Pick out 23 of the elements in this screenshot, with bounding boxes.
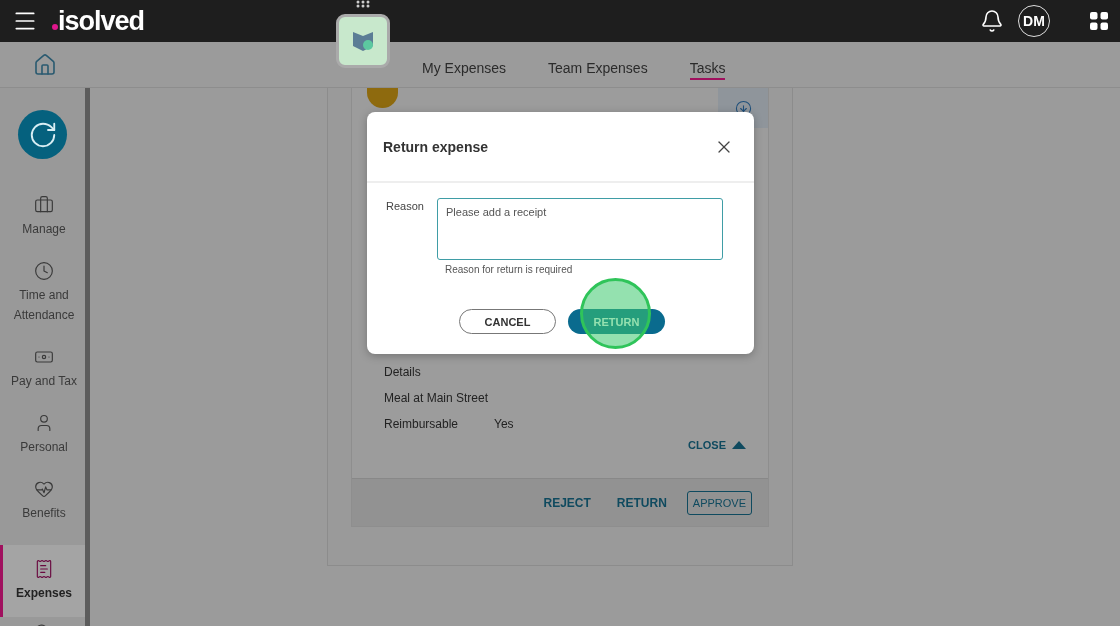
tab[interactable]: Tasks: [689, 59, 726, 80]
approve-button[interactable]: APPROVE: [686, 490, 752, 515]
sidebar-item[interactable]: Expenses: [0, 545, 85, 617]
return-button[interactable]: RETURN: [568, 309, 665, 334]
helper-text: Reason for return is required: [444, 264, 574, 275]
isolved-logo: isolved: [52, 5, 145, 37]
dialog-title: Return expense: [383, 138, 489, 155]
action-button[interactable]: REJECT: [537, 494, 597, 511]
detail-value: Yes: [494, 416, 514, 432]
sidebar-item[interactable]: Time and Attendance: [0, 261, 85, 325]
tab[interactable]: Team Expenses: [548, 59, 648, 80]
sidebar-item[interactable]: Personal: [0, 413, 85, 457]
sidebar-item[interactable]: Manage: [0, 195, 85, 239]
detail-label: Details: [384, 364, 422, 380]
reason-input-field[interactable]: Please add a receipt: [437, 198, 723, 260]
cancel-button[interactable]: CANCEL: [459, 309, 556, 334]
sidebar-item[interactable]: Benefits: [0, 479, 85, 523]
action-button[interactable]: RETURN: [610, 494, 673, 511]
sidebar-item[interactable]: Pay and Tax: [0, 347, 85, 391]
close-toggle[interactable]: CLOSE: [682, 438, 752, 452]
tab[interactable]: My Expenses: [422, 59, 507, 80]
detail-label: Reimbursable: [384, 416, 460, 432]
detail-label: Meal at Main Street: [384, 390, 490, 406]
